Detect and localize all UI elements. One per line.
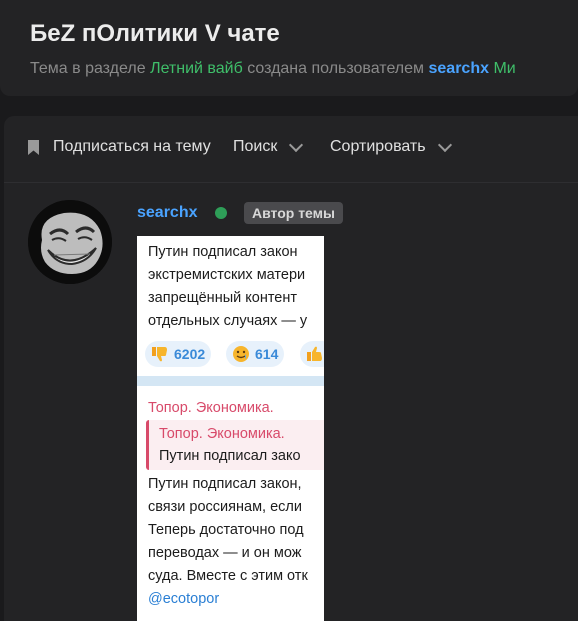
thread-header: БеZ пОлитики V чате Тема в разделе Летни… [0,0,578,96]
author-badge: Автор темы [244,202,343,224]
avatar[interactable] [28,200,112,284]
meta-mid: созданa пользователем [247,60,425,77]
message-line: отдельных случаях — у [148,313,308,329]
message-line: переводах — и он мож [148,545,302,561]
message-line: Путин подписал закон, [148,476,302,492]
forwarded-quote: Топор. Экономика. Путин подписал зако [146,420,324,470]
thread-meta: Тема в разделе Летний вайб созданa польз… [30,60,516,78]
thread-toolbar: Подписаться на тему Поиск Сортировать [4,116,578,183]
sort-dropdown[interactable]: Сортировать [330,137,452,156]
thread-title: БеZ пОлитики V чате [30,20,280,47]
message-line: связи россиянам, если [148,499,302,515]
thumbs-down-icon [152,347,167,362]
quote-text: Путин подписал зако [159,448,301,464]
reaction-count: 6202 [174,346,206,362]
meta-prefix: Тема в разделе [30,60,146,77]
channel-link: @ecotopor [148,591,220,607]
bookmark-icon [28,139,39,155]
message-divider [137,376,324,386]
reaction-thumbs-down: 6202 [145,341,212,367]
online-status-icon [215,207,227,219]
channel-name: Топор. Экономика. [148,400,274,416]
thumbs-up-icon [307,346,322,361]
post-screenshot-image[interactable]: Путин подписал закон экстремистских мате… [137,236,324,621]
search-dropdown[interactable]: Поиск [233,137,304,156]
thread-content: Подписаться на тему Поиск Сортировать se… [4,116,578,621]
message-line: запрещённый контент [148,290,298,306]
sort-label: Сортировать [330,138,426,155]
smile-tear-icon [233,346,249,362]
reaction-smile: 614 [226,341,285,367]
message-line: Теперь достаточно под [148,522,304,538]
message-line: суда. Вместе с этим отк [148,568,308,584]
section-link[interactable]: Летний вайб [150,60,243,77]
meta-truncated[interactable]: Ми [493,60,515,77]
trollface-avatar-icon [28,200,112,284]
subscribe-label: Подписаться на тему [53,138,211,155]
quote-channel: Топор. Экономика. [159,426,285,442]
thread-author-link[interactable]: searchx [429,60,490,77]
reaction-thumbs-up [300,341,324,367]
message-line: экстремистских матери [148,267,306,283]
subscribe-button[interactable]: Подписаться на тему [28,138,211,156]
message-line: Путин подписал закон [148,244,298,260]
post-author-name[interactable]: searchx [137,204,198,222]
search-label: Поиск [233,138,278,155]
reaction-count: 614 [255,346,279,362]
chevron-down-icon [437,137,452,152]
chevron-down-icon [289,137,304,152]
